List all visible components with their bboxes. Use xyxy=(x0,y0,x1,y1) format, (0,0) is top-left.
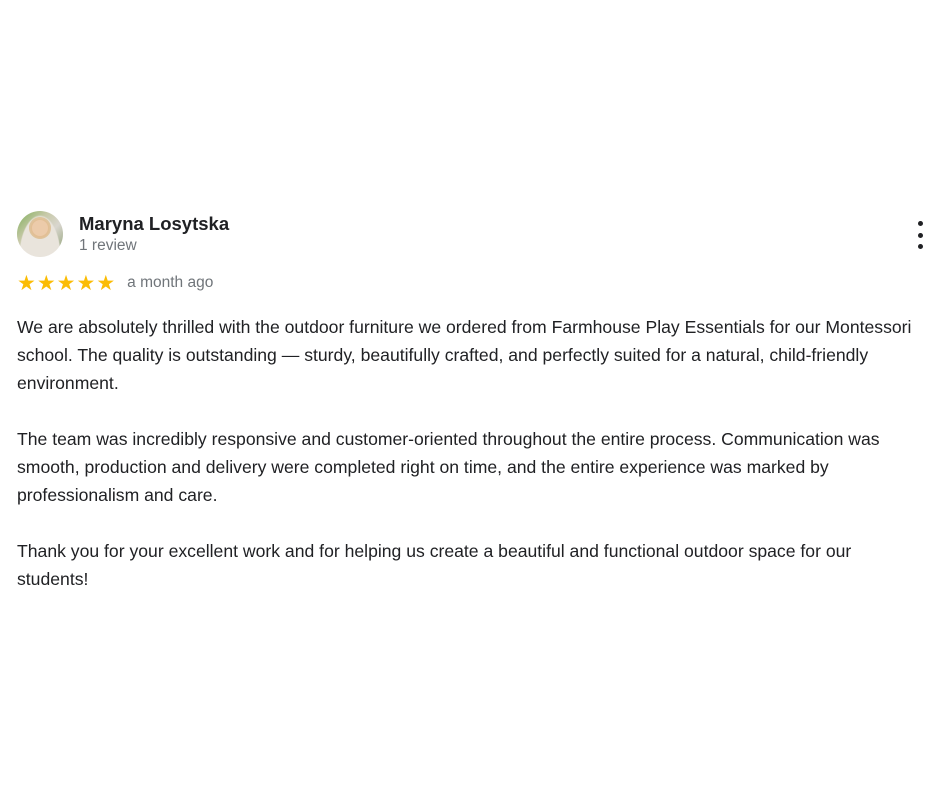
review-paragraph: Thank you for your excellent work and fo… xyxy=(17,541,852,589)
star-rating: ★ ★ ★ ★ ★ xyxy=(17,272,115,294)
review-count: 1 review xyxy=(79,237,137,254)
star-icon: ★ xyxy=(96,271,116,295)
star-icon: ★ xyxy=(36,271,56,295)
author-info: Maryna Losytska 1 review xyxy=(79,212,229,256)
more-vert-icon[interactable] xyxy=(915,221,925,249)
review-date: a month ago xyxy=(127,274,214,291)
review-paragraph: We are absolutely thrilled with the outd… xyxy=(17,317,912,393)
menu-dot xyxy=(917,244,923,249)
star-icon: ★ xyxy=(56,271,76,295)
star-icon: ★ xyxy=(17,271,36,295)
menu-dot xyxy=(917,232,923,238)
review-card: Maryna Losytska 1 review ★ ★ ★ ★ ★ a mon… xyxy=(17,211,925,621)
avatar[interactable] xyxy=(17,211,63,257)
menu-dot xyxy=(917,221,923,226)
review-paragraph: The team was incredibly responsive and c… xyxy=(17,429,880,505)
review-text: We are absolutely thrilled with the outd… xyxy=(17,313,922,593)
review-header: Maryna Losytska 1 review xyxy=(17,211,925,263)
rating-row: ★ ★ ★ ★ ★ a month ago xyxy=(17,271,922,295)
star-icon: ★ xyxy=(76,271,96,295)
author-name[interactable]: Maryna Losytska xyxy=(79,212,229,236)
